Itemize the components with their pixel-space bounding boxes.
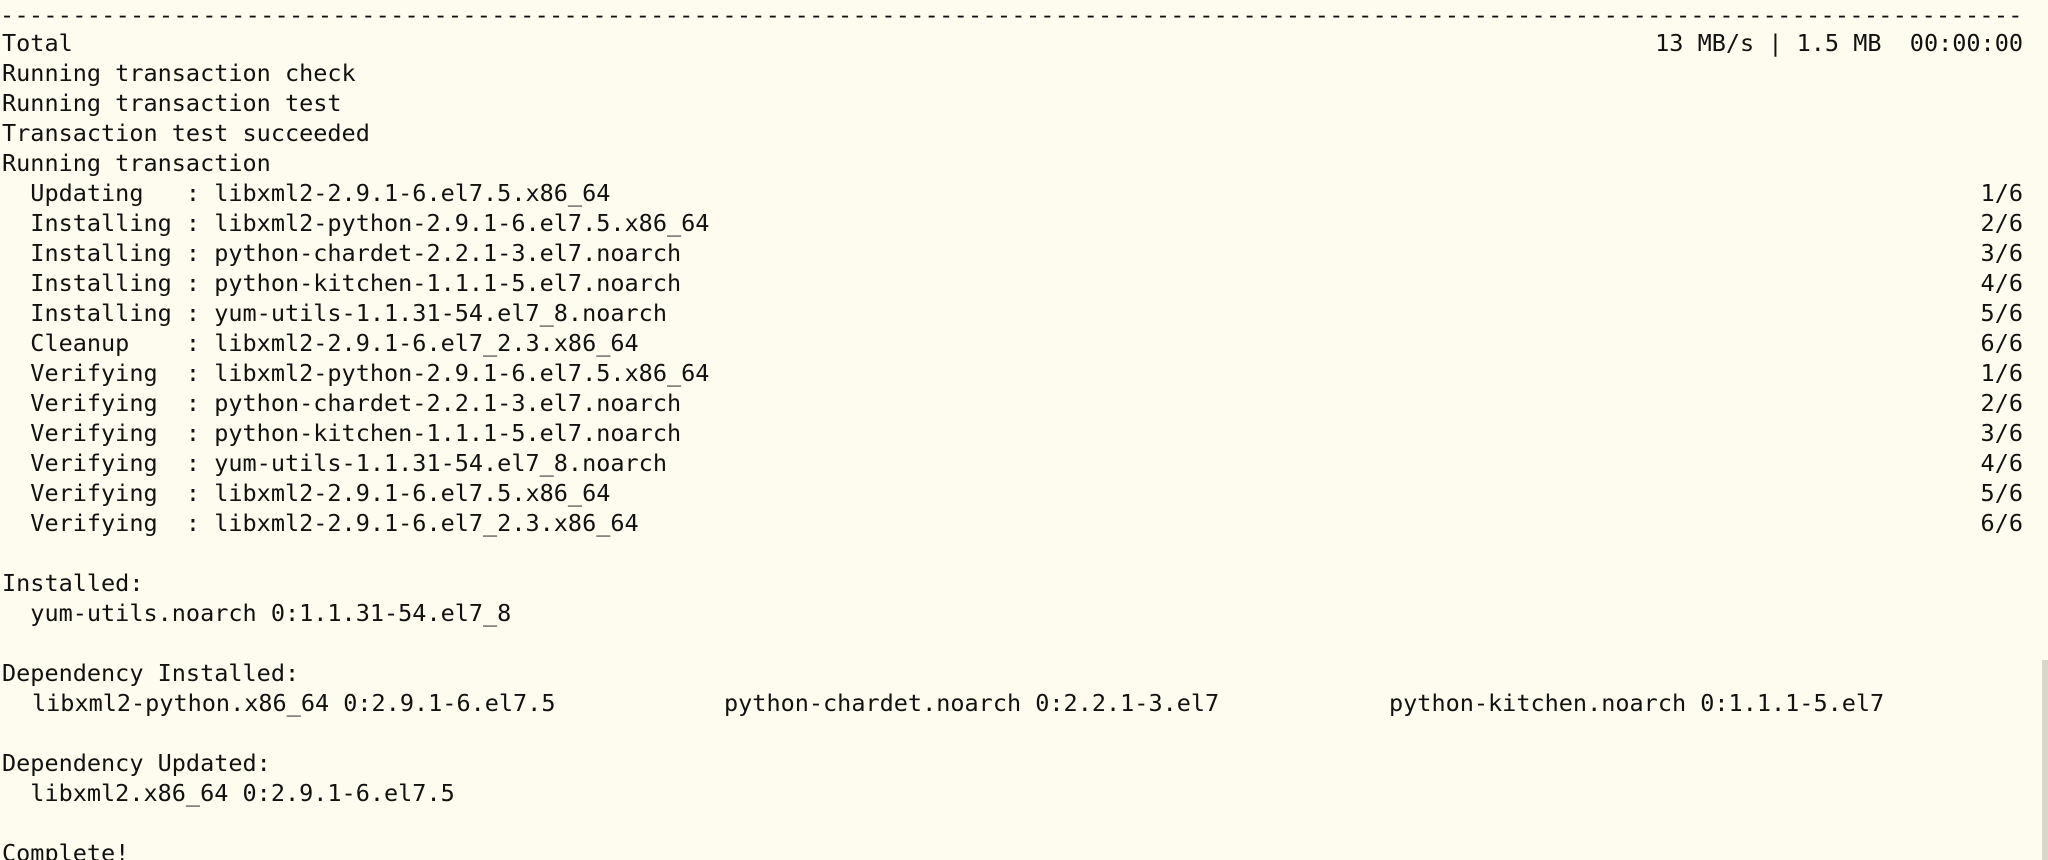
- step-progress: 3/6: [1980, 239, 2023, 267]
- step-progress: 5/6: [1980, 299, 2023, 327]
- separator-rule: ----------------------------------------…: [0, 1, 2024, 29]
- step-progress: 2/6: [1980, 209, 2023, 237]
- dependency-updated-heading: Dependency Updated:: [2, 749, 271, 777]
- transaction-line: Running transaction check: [2, 59, 356, 87]
- step-progress: 5/6: [1980, 479, 2023, 507]
- step-progress: 3/6: [1980, 419, 2023, 447]
- dependency-updated-package: libxml2.x86_64 0:2.9.1-6.el7.5: [2, 779, 455, 807]
- complete-message: Complete!: [2, 839, 130, 860]
- step-line: Verifying : yum-utils-1.1.31-54.el7_8.no…: [2, 449, 667, 477]
- dependency-installed-package: python-kitchen.noarch 0:1.1.1-5.el7: [1389, 689, 1885, 717]
- total-label: Total: [2, 29, 73, 57]
- transaction-line: Running transaction test: [2, 89, 342, 117]
- step-line: Cleanup : libxml2-2.9.1-6.el7_2.3.x86_64: [2, 329, 639, 357]
- installed-heading: Installed:: [2, 569, 144, 597]
- step-progress: 6/6: [1980, 329, 2023, 357]
- installed-package: yum-utils.noarch 0:1.1.31-54.el7_8: [2, 599, 512, 627]
- step-progress: 4/6: [1980, 449, 2023, 477]
- step-line: Verifying : libxml2-2.9.1-6.el7.5.x86_64: [2, 479, 611, 507]
- step-line: Installing : yum-utils-1.1.31-54.el7_8.n…: [2, 299, 667, 327]
- step-progress: 4/6: [1980, 269, 2023, 297]
- step-progress: 1/6: [1980, 179, 2023, 207]
- step-progress: 2/6: [1980, 389, 2023, 417]
- terminal-window[interactable]: ----------------------------------------…: [0, 0, 2048, 860]
- scrollbar[interactable]: [2042, 660, 2048, 860]
- step-line: Installing : libxml2-python-2.9.1-6.el7.…: [2, 209, 710, 237]
- total-stats: 13 MB/s | 1.5 MB 00:00:00: [1655, 29, 2023, 57]
- step-line: Installing : python-kitchen-1.1.1-5.el7.…: [2, 269, 682, 297]
- transaction-line: Running transaction: [2, 149, 271, 177]
- dependency-installed-heading: Dependency Installed:: [2, 659, 300, 687]
- step-line: Verifying : python-kitchen-1.1.1-5.el7.n…: [2, 419, 682, 447]
- dependency-installed-package: python-chardet.noarch 0:2.2.1-3.el7: [724, 689, 1220, 717]
- transaction-line: Transaction test succeeded: [2, 119, 370, 147]
- step-progress: 1/6: [1980, 359, 2023, 387]
- step-line: Updating : libxml2-2.9.1-6.el7.5.x86_64: [2, 179, 611, 207]
- step-line: Installing : python-chardet-2.2.1-3.el7.…: [2, 239, 682, 267]
- step-line: Verifying : python-chardet-2.2.1-3.el7.n…: [2, 389, 682, 417]
- step-line: Verifying : libxml2-python-2.9.1-6.el7.5…: [2, 359, 710, 387]
- dependency-installed-package: libxml2-python.x86_64 0:2.9.1-6.el7.5: [32, 689, 556, 717]
- step-progress: 6/6: [1980, 509, 2023, 537]
- step-line: Verifying : libxml2-2.9.1-6.el7_2.3.x86_…: [2, 509, 639, 537]
